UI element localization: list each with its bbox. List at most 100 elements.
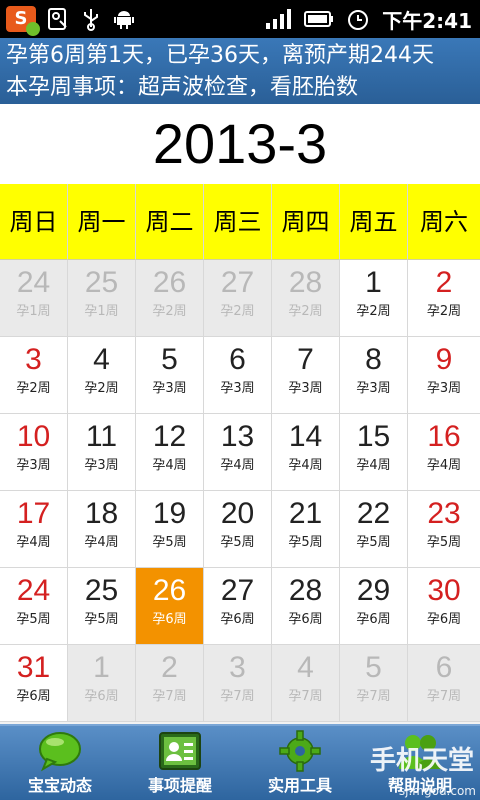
day-number: 26 (152, 266, 187, 299)
calendar-day-cell[interactable]: 28 孕6周 (272, 568, 340, 645)
calendar-day-cell[interactable]: 28 孕2周 (272, 260, 340, 337)
contact-card-icon (159, 732, 201, 770)
pregnancy-week-label: 孕3周 (152, 381, 187, 396)
day-number: 30 (427, 574, 461, 607)
day-number: 17 (16, 497, 51, 530)
day-number: 26 (152, 574, 187, 607)
pregnancy-week-label: 孕6周 (84, 689, 119, 704)
calendar-day-cell[interactable]: 15 孕4周 (340, 414, 408, 491)
calendar-week-row: 3 孕2周 4 孕2周 5 孕3周 6 孕3周 7 孕3周 8 孕3周 9 孕3周 (0, 337, 480, 414)
calendar-day-cell[interactable]: 9 孕3周 (408, 337, 480, 414)
pregnancy-week-label: 孕7周 (152, 689, 187, 704)
day-number: 28 (288, 266, 323, 299)
calendar-day-cell[interactable]: 26 孕2周 (136, 260, 204, 337)
calendar-day-cell[interactable]: 22 孕5周 (340, 491, 408, 568)
calendar-week-row: 24 孕5周 25 孕5周 26 孕6周 27 孕6周 28 孕6周 29 孕6周 30 孕6周 (0, 568, 480, 645)
calendar-day-cell[interactable]: 7 孕3周 (272, 337, 340, 414)
calendar-week-row: 10 孕3周 11 孕3周 12 孕4周 13 孕4周 14 孕4周 15 孕4周 16 孕4周 (0, 414, 480, 491)
usb-icon (84, 9, 98, 31)
calendar-day-cell[interactable]: 25 孕5周 (68, 568, 136, 645)
day-number: 10 (16, 420, 51, 453)
calendar-day-cell[interactable]: 4 孕2周 (68, 337, 136, 414)
calendar-day-cell[interactable]: 16 孕4周 (408, 414, 480, 491)
calendar-day-cell[interactable]: 24 孕1周 (0, 260, 68, 337)
pregnancy-week-label: 孕5周 (288, 535, 323, 550)
calendar-day-cell[interactable]: 19 孕5周 (136, 491, 204, 568)
day-number: 4 (93, 343, 110, 376)
signal-icon (266, 9, 292, 29)
day-number: 9 (435, 343, 453, 376)
calendar-day-cell[interactable]: 23 孕5周 (408, 491, 480, 568)
calendar-day-cell-selected[interactable]: 26 孕6周 (136, 568, 204, 645)
calendar-day-cell[interactable]: 21 孕5周 (272, 491, 340, 568)
calendar-day-cell[interactable]: 13 孕4周 (204, 414, 272, 491)
day-number: 12 (152, 420, 187, 453)
pregnancy-week-label: 孕4周 (426, 458, 462, 473)
calendar-day-cell[interactable]: 6 孕7周 (408, 645, 480, 722)
day-number: 5 (161, 343, 178, 376)
calendar-day-cell[interactable]: 10 孕3周 (0, 414, 68, 491)
pregnancy-week-label: 孕3周 (16, 458, 51, 473)
weekly-task-text: 本孕周事项：超声波检查，看胚胎数 (6, 75, 359, 100)
pregnancy-week-label: 孕6周 (356, 612, 391, 627)
calendar-day-cell[interactable]: 25 孕1周 (68, 260, 136, 337)
nav-tools[interactable]: 实用工具 (240, 726, 360, 800)
pregnancy-week-label: 孕4周 (84, 535, 119, 550)
calendar-day-cell[interactable]: 5 孕3周 (136, 337, 204, 414)
pregnancy-week-label: 孕7周 (356, 689, 391, 704)
day-number: 13 (220, 420, 255, 453)
calendar-day-cell[interactable]: 31 孕6周 (0, 645, 68, 722)
day-number: 22 (356, 497, 391, 530)
day-number: 29 (356, 574, 391, 607)
pregnancy-week-label: 孕3周 (84, 458, 119, 473)
image-icon (48, 8, 67, 30)
calendar-day-cell[interactable]: 5 孕7周 (340, 645, 408, 722)
day-number: 3 (25, 343, 42, 376)
pregnancy-week-label: 孕2周 (84, 381, 119, 396)
weekday-header-cell: 周三 (204, 184, 272, 260)
pregnancy-week-label: 孕6周 (152, 612, 187, 627)
day-number: 20 (220, 497, 255, 530)
calendar-day-cell[interactable]: 1 孕2周 (340, 260, 408, 337)
calendar-week-row: 17 孕4周 18 孕4周 19 孕5周 20 孕5周 21 孕5周 22 孕5周 23 孕5周 (0, 491, 480, 568)
calendar-day-cell[interactable]: 12 孕4周 (136, 414, 204, 491)
calendar-day-cell[interactable]: 2 孕7周 (136, 645, 204, 722)
calendar-day-cell[interactable]: 17 孕4周 (0, 491, 68, 568)
calendar-day-cell[interactable]: 1 孕6周 (68, 645, 136, 722)
calendar-day-cell[interactable]: 11 孕3周 (68, 414, 136, 491)
nav-reminders[interactable]: 事项提醒 (120, 726, 240, 800)
calendar-day-cell[interactable]: 2 孕2周 (408, 260, 480, 337)
calendar-day-cell[interactable]: 6 孕3周 (204, 337, 272, 414)
status-bar: S 下午2:41 (0, 0, 480, 38)
day-number: 6 (229, 343, 246, 376)
day-number: 1 (93, 651, 110, 684)
day-number: 4 (297, 651, 314, 684)
weekday-header-cell: 周六 (408, 184, 480, 260)
weekday-header-cell: 周四 (272, 184, 340, 260)
calendar-day-cell[interactable]: 3 孕7周 (204, 645, 272, 722)
calendar-week-row: 24 孕1周 25 孕1周 26 孕2周 27 孕2周 28 孕2周 1 孕2周 2 孕2周 (0, 260, 480, 337)
day-number: 31 (16, 651, 51, 684)
day-number: 21 (288, 497, 323, 530)
calendar-day-cell[interactable]: 24 孕5周 (0, 568, 68, 645)
calendar-day-cell[interactable]: 27 孕6周 (204, 568, 272, 645)
android-icon (114, 11, 134, 29)
calendar-day-cell[interactable]: 27 孕2周 (204, 260, 272, 337)
day-number: 27 (220, 574, 255, 607)
pregnancy-week-label: 孕6周 (288, 612, 323, 627)
calendar-day-cell[interactable]: 29 孕6周 (340, 568, 408, 645)
pregnancy-week-label: 孕6周 (220, 612, 255, 627)
calendar-day-cell[interactable]: 14 孕4周 (272, 414, 340, 491)
calendar-day-cell[interactable]: 3 孕2周 (0, 337, 68, 414)
calendar-day-cell[interactable]: 4 孕7周 (272, 645, 340, 722)
calendar-day-cell[interactable]: 20 孕5周 (204, 491, 272, 568)
day-number: 6 (435, 651, 453, 684)
app-badge-icon: S (6, 6, 40, 36)
pregnancy-week-label: 孕7周 (220, 689, 255, 704)
calendar-day-cell[interactable]: 30 孕6周 (408, 568, 480, 645)
day-number: 3 (229, 651, 246, 684)
calendar-day-cell[interactable]: 8 孕3周 (340, 337, 408, 414)
pregnancy-week-label: 孕7周 (426, 689, 462, 704)
nav-baby-updates[interactable]: 宝宝动态 (0, 726, 120, 800)
calendar-day-cell[interactable]: 18 孕4周 (68, 491, 136, 568)
